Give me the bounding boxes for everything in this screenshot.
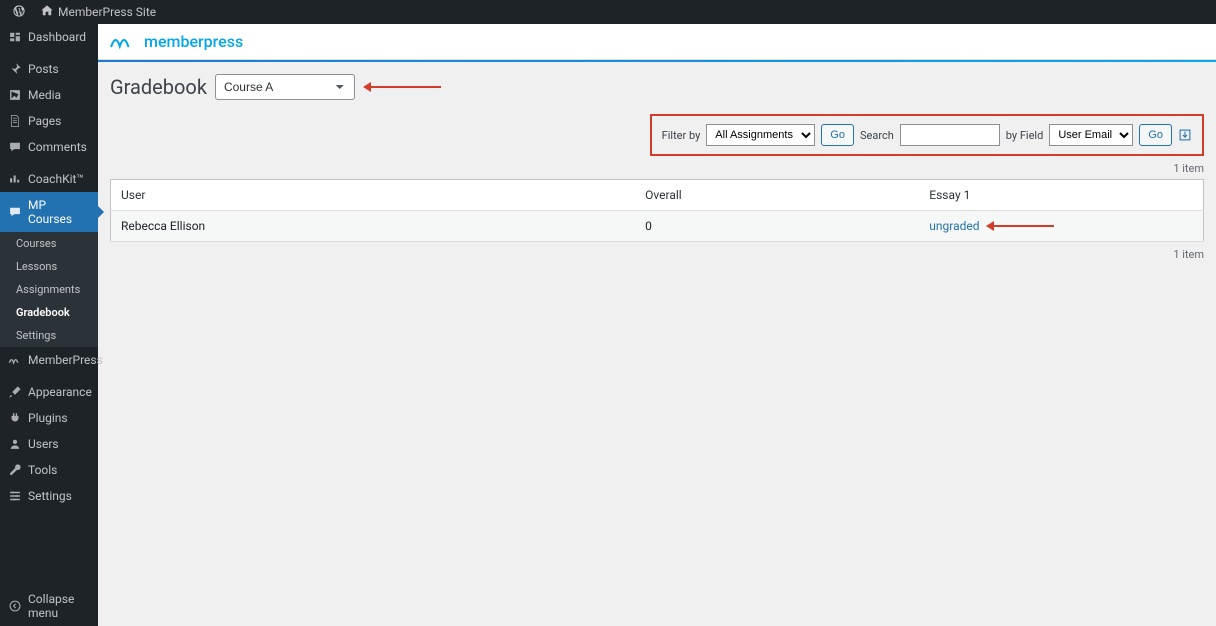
sidebar-item-label: MemberPress [28, 353, 103, 367]
filter-panel: Filter by All Assignments Go Search by F… [650, 114, 1204, 156]
wrench-icon [8, 463, 22, 477]
sidebar-subitem-lessons[interactable]: Lessons [0, 255, 98, 278]
chat-icon [8, 205, 22, 219]
wp-admin-bar: MemberPress Site [0, 0, 1216, 24]
sidebar-item-plugins[interactable]: Plugins [0, 405, 98, 431]
admin-sidebar: Dashboard Posts Media Pages Comments [0, 24, 98, 626]
search-label: Search [860, 129, 894, 142]
user-icon [8, 437, 22, 451]
sidebar-item-label: Dashboard [28, 30, 86, 44]
brand-logo: memberpress [110, 32, 243, 51]
brand-name: memberpress [144, 32, 243, 51]
col-header-overall: Overall [635, 180, 919, 211]
sidebar-item-dashboard[interactable]: Dashboard [0, 24, 98, 50]
sliders-icon [8, 489, 22, 503]
dashboard-icon [8, 30, 22, 44]
sidebar-item-label: MP Courses [28, 198, 90, 226]
adminbar-site-name[interactable]: MemberPress Site [36, 0, 160, 24]
sidebar-item-mp-courses[interactable]: MP Courses [0, 192, 98, 232]
search-go-button[interactable]: Go [1139, 124, 1172, 146]
sidebar-item-memberpress[interactable]: MemberPress [0, 347, 98, 373]
sidebar-item-label: Users [28, 437, 59, 451]
collapse-icon [8, 599, 22, 613]
table-row: Rebecca Ellison 0 ungraded [111, 211, 1204, 242]
col-header-user: User [111, 180, 636, 211]
sidebar-item-users[interactable]: Users [0, 431, 98, 457]
sidebar-item-label: Settings [28, 489, 72, 503]
sidebar-item-appearance[interactable]: Appearance [0, 379, 98, 405]
item-count-bottom: 1 item [110, 248, 1204, 261]
wordpress-icon [12, 4, 26, 21]
annotation-arrow-course [371, 86, 441, 88]
memberpress-logo-icon [110, 33, 138, 51]
home-icon [40, 4, 54, 21]
sidebar-item-label: Tools [28, 463, 57, 477]
sidebar-subitem-gradebook[interactable]: Gradebook [0, 301, 98, 324]
ungraded-link[interactable]: ungraded [929, 219, 979, 233]
sidebar-subitem-settings[interactable]: Settings [0, 324, 98, 347]
sidebar-item-posts[interactable]: Posts [0, 56, 98, 82]
cell-overall: 0 [635, 211, 919, 242]
cell-user: Rebecca Ellison [111, 211, 636, 242]
sidebar-collapse[interactable]: Collapse menu [0, 586, 98, 626]
sidebar-item-pages[interactable]: Pages [0, 108, 98, 134]
sidebar-item-coachkit[interactable]: CoachKit™ [0, 166, 98, 192]
sidebar-item-label: Posts [28, 62, 59, 76]
sidebar-subitem-courses[interactable]: Courses [0, 232, 98, 255]
sidebar-item-label: Collapse menu [28, 592, 90, 620]
sidebar-item-tools[interactable]: Tools [0, 457, 98, 483]
sidebar-item-label: Media [28, 88, 61, 102]
search-input[interactable] [900, 124, 1000, 146]
sidebar-item-label: Comments [28, 140, 87, 154]
annotation-arrow-ungraded [994, 225, 1054, 227]
sidebar-item-label: Appearance [28, 385, 92, 399]
sidebar-item-label: Plugins [28, 411, 68, 425]
main-content: memberpress Gradebook Course A Filter by… [98, 24, 1216, 626]
export-icon[interactable] [1178, 128, 1192, 142]
pages-icon [8, 114, 22, 128]
sidebar-item-label: CoachKit™ [28, 172, 84, 186]
filter-go-button[interactable]: Go [821, 124, 854, 146]
sidebar-subitem-assignments[interactable]: Assignments [0, 278, 98, 301]
sidebar-item-settings[interactable]: Settings [0, 483, 98, 509]
adminbar-wp-logo[interactable] [8, 0, 30, 24]
page-title: Gradebook [110, 75, 207, 99]
item-count-top: 1 item [110, 162, 1204, 175]
cell-essay1: ungraded [919, 211, 1203, 242]
filter-by-select[interactable]: All Assignments [706, 124, 815, 146]
filter-by-label: Filter by [662, 129, 701, 142]
course-select[interactable]: Course A [215, 74, 355, 100]
chart-icon [8, 172, 22, 186]
col-header-essay1: Essay 1 [919, 180, 1203, 211]
adminbar-site-name-label: MemberPress Site [58, 5, 156, 19]
plug-icon [8, 411, 22, 425]
sidebar-item-comments[interactable]: Comments [0, 134, 98, 160]
pushpin-icon [8, 62, 22, 76]
sidebar-item-label: Pages [28, 114, 61, 128]
by-field-label: by Field [1006, 129, 1044, 142]
memberpress-icon [8, 353, 22, 367]
by-field-select[interactable]: User Email [1049, 124, 1133, 146]
brush-icon [8, 385, 22, 399]
sidebar-submenu-mp-courses: Courses Lessons Assignments Gradebook Se… [0, 232, 98, 347]
sidebar-item-media[interactable]: Media [0, 82, 98, 108]
media-icon [8, 88, 22, 102]
gradebook-table: User Overall Essay 1 Rebecca Ellison 0 u… [110, 179, 1204, 242]
comments-icon [8, 140, 22, 154]
brand-bar: memberpress [98, 24, 1216, 60]
